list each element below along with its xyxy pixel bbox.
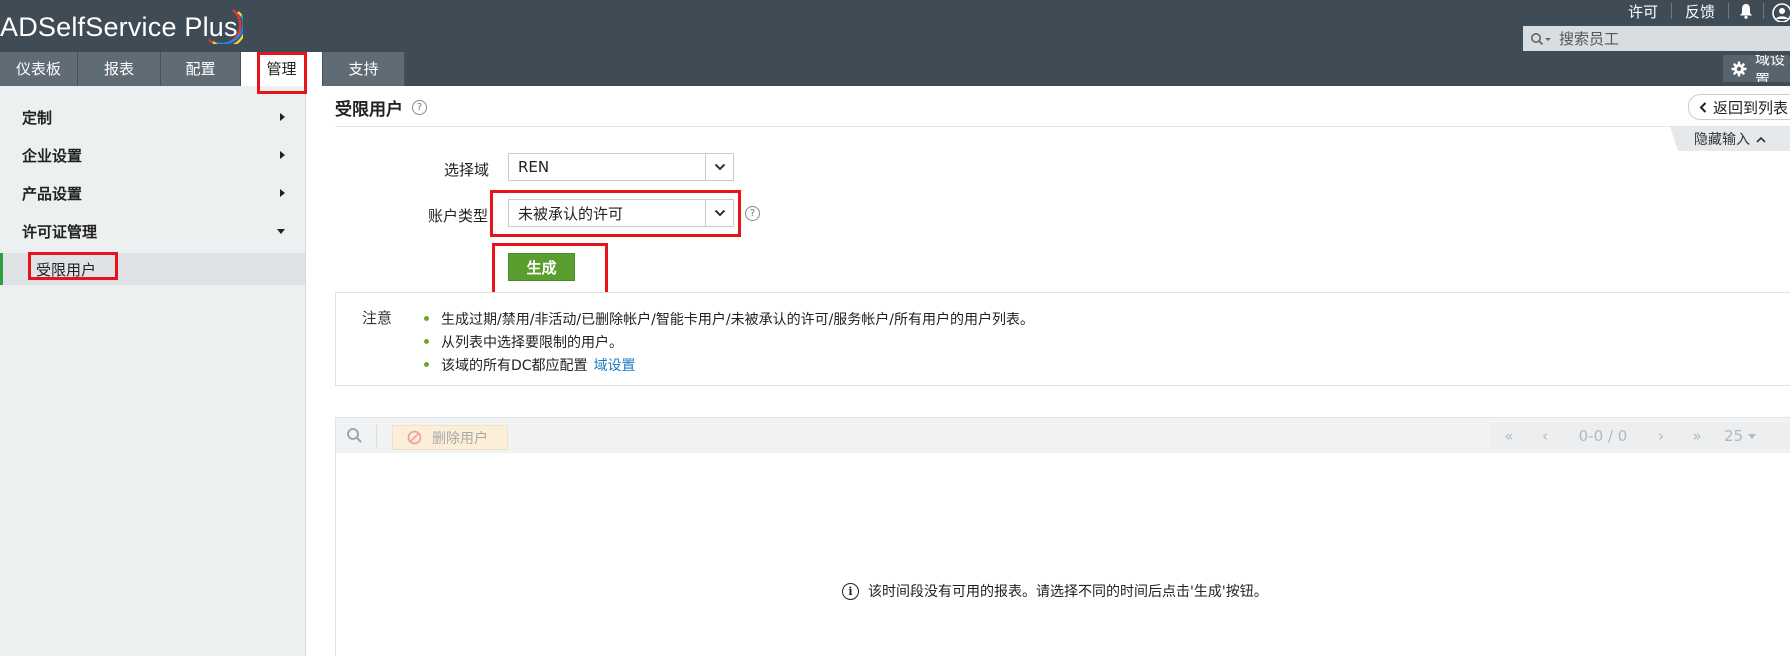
- tab-admin[interactable]: 管理: [241, 52, 323, 86]
- chevron-right-icon: [280, 113, 285, 121]
- domain-label: 选择域: [444, 161, 490, 179]
- tab-configuration[interactable]: 配置: [161, 52, 241, 86]
- tab-dashboard[interactable]: 仪表板: [0, 52, 78, 86]
- domain-settings-button[interactable]: 域设置: [1723, 55, 1790, 82]
- tab-reports[interactable]: 报表: [78, 52, 161, 86]
- caret-down-icon: [1748, 433, 1757, 439]
- chevron-right-icon: [280, 189, 285, 197]
- bullet-icon: [424, 339, 429, 344]
- notes-label: 注意: [362, 309, 393, 327]
- sidebar-item-label: 产品设置: [22, 184, 83, 203]
- chevron-down-icon[interactable]: [705, 200, 733, 226]
- empty-report-message: i 该时间段没有可用的报表。请选择不同的时间后点击'生成'按钮。: [842, 581, 1268, 601]
- next-page-icon[interactable]: ›: [1643, 427, 1679, 445]
- feedback-link[interactable]: 反馈: [1672, 1, 1728, 22]
- sidebar-item-label: 许可证管理: [22, 222, 98, 241]
- user-avatar-icon[interactable]: [1764, 0, 1790, 22]
- prev-page-icon[interactable]: ‹: [1527, 427, 1563, 445]
- sidebar-item-enterprise-settings[interactable]: 企业设置: [0, 136, 305, 174]
- note-text: 该域的所有DC都应配置: [441, 357, 588, 374]
- top-links: 许可 反馈: [1615, 0, 1790, 22]
- title-divider: [335, 126, 1790, 127]
- report-table-area: i 该时间段没有可用的报表。请选择不同的时间后点击'生成'按钮。: [335, 453, 1790, 656]
- search-input[interactable]: [1559, 29, 1779, 48]
- sidebar-item-restricted-users[interactable]: 受限用户: [0, 253, 305, 285]
- note-item: 生成过期/禁用/非活动/已删除帐户/智能卡用户/未被承认的许可/服务帐户/所有用…: [424, 307, 1034, 330]
- pager-info: 0-0 / 0: [1578, 427, 1628, 445]
- sidebar-item-license-management[interactable]: 许可证管理: [0, 212, 305, 250]
- main-nav: 仪表板 报表 配置 管理 支持: [0, 52, 405, 86]
- notes-list: 生成过期/禁用/非活动/已删除帐户/智能卡用户/未被承认的许可/服务帐户/所有用…: [424, 307, 1034, 376]
- ban-icon: [407, 430, 422, 445]
- empty-report-text: 该时间段没有可用的报表。请选择不同的时间后点击'生成'按钮。: [868, 584, 1268, 600]
- tab-support[interactable]: 支持: [323, 52, 405, 86]
- delete-user-button[interactable]: 删除用户: [392, 425, 508, 450]
- sidebar-item-customize[interactable]: 定制: [0, 98, 305, 136]
- gear-icon: [1731, 61, 1747, 77]
- search-icon[interactable]: [346, 427, 364, 443]
- bullet-icon: [424, 362, 429, 367]
- account-type-select-value: 未被承认的许可: [518, 204, 624, 223]
- note-text: 从列表中选择要限制的用户。: [441, 334, 623, 351]
- report-toolbar: 删除用户 « ‹ 0-0 / 0 › » 25: [335, 417, 1790, 455]
- note-item: 从列表中选择要限制的用户。: [424, 330, 1034, 353]
- info-icon: i: [842, 582, 859, 600]
- account-type-select[interactable]: 未被承认的许可: [508, 199, 734, 227]
- last-page-icon[interactable]: »: [1679, 427, 1715, 445]
- chevron-up-icon: [1756, 136, 1766, 143]
- chevron-right-icon: [280, 151, 285, 159]
- account-type-help-icon[interactable]: ?: [745, 206, 760, 221]
- sidebar-item-product-settings[interactable]: 产品设置: [0, 174, 305, 212]
- domain-select[interactable]: REN: [508, 153, 734, 181]
- first-page-icon[interactable]: «: [1491, 427, 1527, 445]
- back-to-list-label: 返回到列表: [1713, 98, 1789, 117]
- note-item: 该域的所有DC都应配置 域设置: [424, 353, 1034, 376]
- page-size-value: 25: [1723, 427, 1744, 445]
- search-icon[interactable]: [1523, 26, 1559, 51]
- bell-icon[interactable]: [1729, 0, 1763, 22]
- page-title: 受限用户 ?: [335, 95, 427, 120]
- page-size-select[interactable]: 25: [1715, 427, 1765, 445]
- top-header: ADSelfService Plus 许可 反馈 仪表板 报表 配置 管理 支持: [0, 0, 1790, 86]
- domain-settings-label: 域设置: [1755, 55, 1786, 82]
- generate-button[interactable]: 生成: [508, 253, 575, 281]
- account-type-label: 账户类型: [428, 207, 489, 225]
- chevron-down-icon: [277, 228, 285, 234]
- chevron-down-icon[interactable]: [705, 154, 733, 180]
- chevron-left-icon: [1699, 101, 1707, 113]
- hide-input-toggle[interactable]: 隐藏输入: [1670, 127, 1790, 151]
- domain-select-value: REN: [518, 158, 550, 176]
- note-text: 生成过期/禁用/非活动/已删除帐户/智能卡用户/未被承认的许可/服务帐户/所有用…: [441, 311, 1035, 328]
- sidebar-subitem-label: 受限用户: [36, 260, 97, 279]
- sidebar-item-label: 企业设置: [22, 146, 83, 165]
- help-icon[interactable]: ?: [412, 100, 427, 115]
- hide-input-label: 隐藏输入: [1694, 132, 1750, 148]
- sidebar: 定制 企业设置 产品设置 许可证管理 受限用户: [0, 86, 306, 656]
- notes-panel: 注意 生成过期/禁用/非活动/已删除帐户/智能卡用户/未被承认的许可/服务帐户/…: [335, 292, 1790, 386]
- domain-settings-link[interactable]: 域设置: [594, 355, 636, 375]
- pagination: « ‹ 0-0 / 0 › » 25: [1491, 423, 1790, 449]
- sidebar-item-label: 定制: [22, 108, 53, 127]
- page-title-text: 受限用户: [335, 100, 403, 120]
- toolbar-divider: [376, 425, 377, 447]
- delete-user-label: 删除用户: [432, 430, 488, 447]
- license-link[interactable]: 许可: [1615, 1, 1671, 22]
- back-to-list-button[interactable]: 返回到列表: [1688, 94, 1790, 120]
- bullet-icon: [424, 316, 429, 321]
- employee-search[interactable]: [1523, 26, 1790, 51]
- logo-arc-icon: [208, 9, 243, 44]
